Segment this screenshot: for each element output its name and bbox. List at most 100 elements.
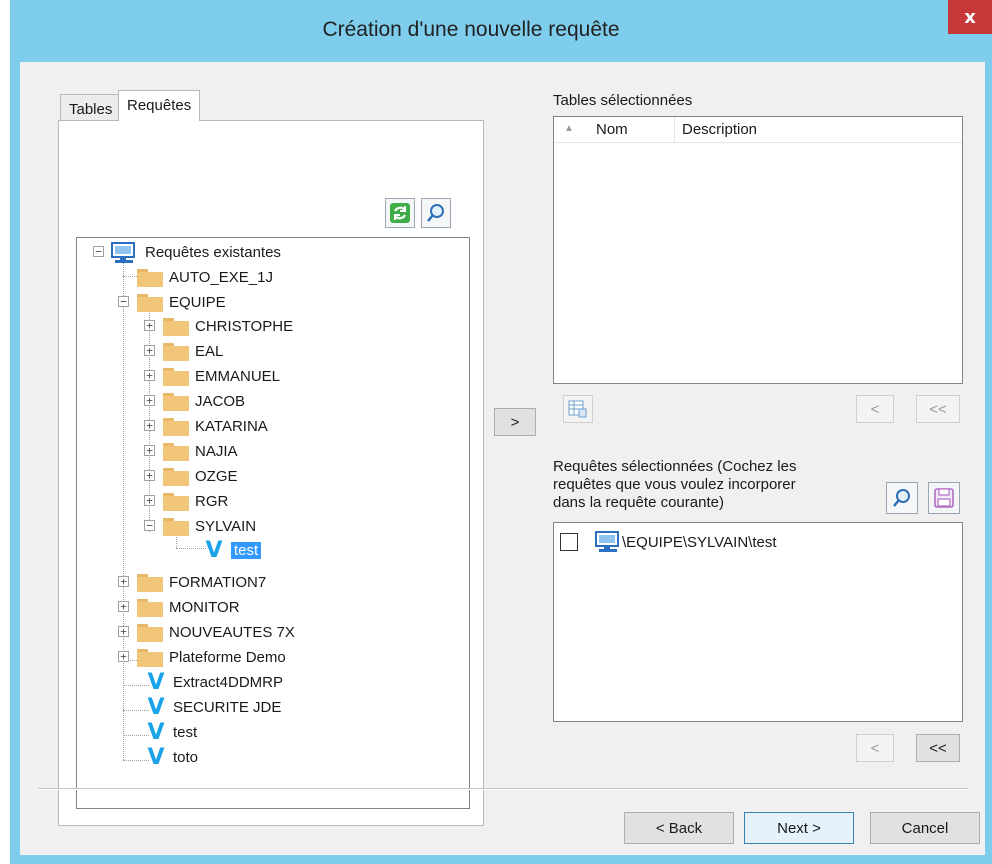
expand-toggle[interactable]: + xyxy=(144,320,155,331)
next-button[interactable]: Next > xyxy=(744,812,854,844)
expand-toggle[interactable]: + xyxy=(144,470,155,481)
tree-folder[interactable]: SYLVAIN xyxy=(163,514,256,539)
tree-query-selected[interactable]: V test xyxy=(203,538,262,563)
tree-folder[interactable]: AUTO_EXE_1J xyxy=(137,265,273,290)
expand-toggle[interactable]: + xyxy=(144,370,155,381)
table-details-icon xyxy=(568,400,587,418)
query-checkbox[interactable] xyxy=(560,533,578,551)
add-selection-button[interactable]: > xyxy=(494,408,536,436)
expand-toggle[interactable]: + xyxy=(144,395,155,406)
query-icon: V xyxy=(147,744,165,770)
tab-requetes[interactable]: Requêtes xyxy=(118,90,201,121)
collapse-toggle[interactable]: − xyxy=(93,246,104,257)
tree-folder[interactable]: NAJIA xyxy=(163,439,238,464)
tree-node-label: CHRISTOPHE xyxy=(195,318,294,335)
folder-icon xyxy=(163,492,189,511)
tree-node-label: FORMATION7 xyxy=(169,574,267,591)
tree-folder[interactable]: FORMATION7 xyxy=(137,570,266,595)
folder-icon xyxy=(163,442,189,461)
expand-toggle[interactable]: + xyxy=(118,626,129,637)
tree-query[interactable]: V SECURITE JDE xyxy=(145,695,281,720)
cancel-button[interactable]: Cancel xyxy=(870,812,980,844)
folder-icon xyxy=(137,598,163,617)
expand-toggle[interactable]: + xyxy=(144,445,155,456)
tree-node-label: AUTO_EXE_1J xyxy=(169,269,273,286)
remove-query-button[interactable]: < xyxy=(856,734,894,762)
dialog-window: Création d'une nouvelle requête x Tables… xyxy=(10,0,992,864)
folder-icon xyxy=(163,392,189,411)
column-header-description[interactable]: Description xyxy=(682,121,757,138)
tree-folder[interactable]: Plateforme Demo xyxy=(137,645,286,670)
close-button[interactable]: x xyxy=(948,0,992,34)
tree-folder[interactable]: CHRISTOPHE xyxy=(163,314,293,339)
back-button[interactable]: < Back xyxy=(624,812,734,844)
tree-root[interactable]: Requêtes existantes xyxy=(109,240,281,265)
list-item[interactable]: \EQUIPE\SYLVAIN\test xyxy=(560,531,777,553)
expand-toggle[interactable]: + xyxy=(118,576,129,587)
tree-line xyxy=(176,548,206,549)
tree-folder[interactable]: MONITOR xyxy=(137,595,240,620)
tree-folder[interactable]: OZGE xyxy=(163,464,238,489)
tree-node-label: EAL xyxy=(195,343,224,360)
tree-node-label: JACOB xyxy=(195,393,246,410)
folder-icon xyxy=(163,417,189,436)
tree-folder[interactable]: RGR xyxy=(163,489,228,514)
remove-all-tables-button[interactable]: << xyxy=(916,395,960,423)
search-icon xyxy=(427,204,444,222)
table-details-button[interactable] xyxy=(563,395,593,423)
tables-listview[interactable]: ▲ Nom Description xyxy=(553,116,963,384)
tree-folder[interactable]: KATARINA xyxy=(163,414,268,439)
list-item-label: \EQUIPE\SYLVAIN\test xyxy=(622,533,777,551)
tree-folder[interactable]: JACOB xyxy=(163,389,245,414)
tree-node-label: Requêtes existantes xyxy=(145,244,281,261)
tab-tables[interactable]: Tables xyxy=(60,94,122,120)
tables-section-label: Tables sélectionnées xyxy=(553,92,693,109)
tree-node-label: NAJIA xyxy=(195,443,238,460)
collapse-toggle[interactable]: − xyxy=(118,296,129,307)
tree-node-label: Extract4DDMRP xyxy=(173,674,284,691)
remove-table-button[interactable]: < xyxy=(856,395,894,423)
computer-icon xyxy=(595,531,619,552)
expand-toggle[interactable]: + xyxy=(144,495,155,506)
tree-folder[interactable]: EMMANUEL xyxy=(163,364,280,389)
expand-toggle[interactable]: + xyxy=(144,420,155,431)
folder-icon xyxy=(163,517,189,536)
collapse-toggle[interactable]: − xyxy=(144,520,155,531)
expand-toggle[interactable]: + xyxy=(118,601,129,612)
folder-icon xyxy=(163,367,189,386)
queries-section-label: Requêtes sélectionnées (Cochez les requê… xyxy=(553,458,797,511)
tree-query[interactable]: V test xyxy=(145,720,197,745)
tree-node-label: RGR xyxy=(195,493,229,510)
window-title: Création d'une nouvelle requête xyxy=(322,18,620,41)
save-button[interactable] xyxy=(928,482,960,514)
queries-listbox[interactable]: \EQUIPE\SYLVAIN\test xyxy=(553,522,963,722)
query-icon: V xyxy=(147,669,165,695)
requetes-tab-panel: − Requêtes existantes AUTO_EXE_1J − EQUI… xyxy=(58,120,484,826)
tables-header: ▲ Nom Description xyxy=(554,117,962,143)
query-icon: V xyxy=(147,694,165,720)
search-selected-button[interactable] xyxy=(886,482,918,514)
refresh-button[interactable] xyxy=(385,198,415,228)
tree-folder[interactable]: EAL xyxy=(163,339,223,364)
computer-icon xyxy=(111,241,135,263)
expand-toggle[interactable]: + xyxy=(144,345,155,356)
tree-query[interactable]: V Extract4DDMRP xyxy=(145,670,283,695)
folder-icon xyxy=(163,317,189,336)
folder-icon xyxy=(163,342,189,361)
folder-icon xyxy=(137,268,163,287)
tree-node-label: test xyxy=(231,542,262,559)
refresh-icon xyxy=(390,203,410,223)
title-bar[interactable]: Création d'une nouvelle requête x xyxy=(10,0,992,66)
footer-separator xyxy=(38,788,968,790)
expand-toggle[interactable]: + xyxy=(118,651,129,662)
tree-node-label: MONITOR xyxy=(169,599,240,616)
dialog-client-area: Tables Requêtes − Requêtes existantes AU… xyxy=(20,62,985,855)
tree-folder[interactable]: NOUVEAUTES 7X xyxy=(137,620,295,645)
tree-node-label: toto xyxy=(173,749,199,766)
column-header-nom[interactable]: Nom xyxy=(596,121,628,138)
remove-all-queries-button[interactable]: << xyxy=(916,734,960,762)
tree-folder[interactable]: EQUIPE xyxy=(137,290,226,315)
tree-query[interactable]: V toto xyxy=(145,745,198,770)
query-tree[interactable]: − Requêtes existantes AUTO_EXE_1J − EQUI… xyxy=(76,237,470,809)
search-button[interactable] xyxy=(421,198,451,228)
